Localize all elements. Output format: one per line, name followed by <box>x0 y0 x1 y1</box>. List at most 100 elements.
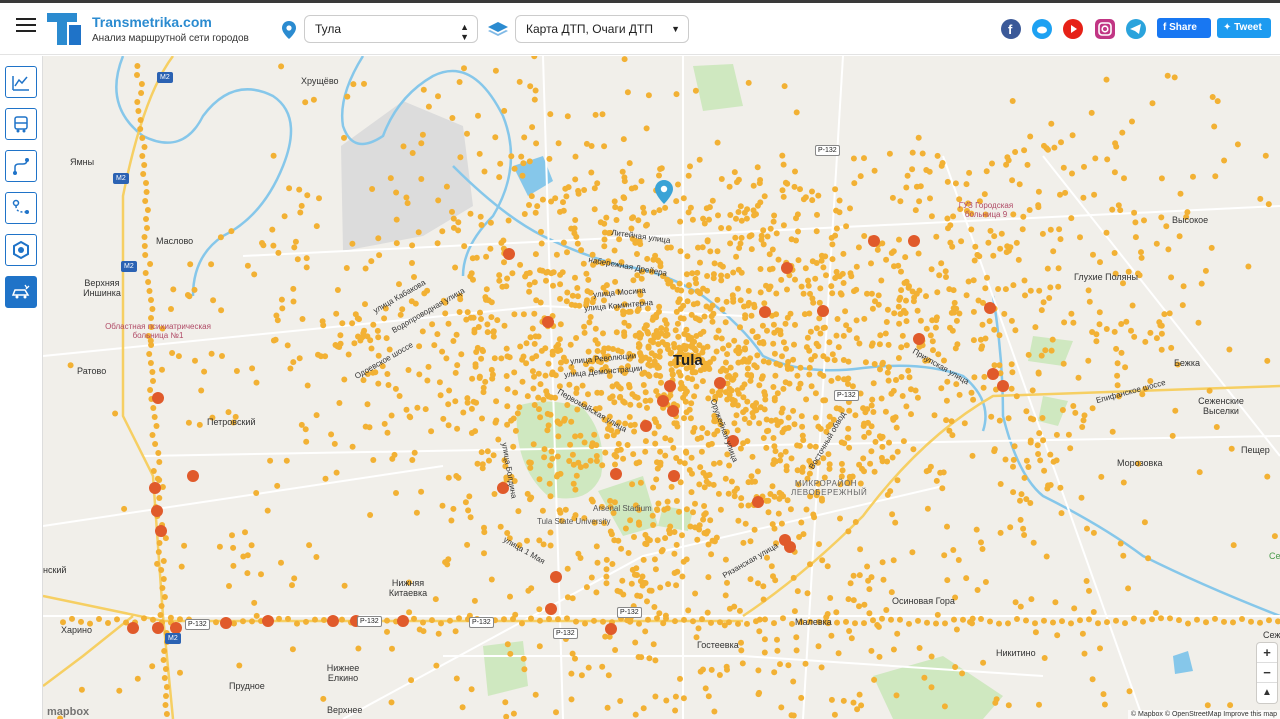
accident-dot <box>528 193 535 200</box>
accident-dot <box>838 460 845 467</box>
accident-dot <box>653 419 659 426</box>
accident-dot <box>638 352 644 359</box>
sidebar-item-trips[interactable] <box>5 192 37 224</box>
compass-button[interactable]: ▲ <box>1257 683 1277 703</box>
accident-dot <box>468 405 475 412</box>
accident-dot <box>564 249 570 256</box>
zoom-out-button[interactable]: − <box>1257 663 1277 683</box>
accident-dot <box>1025 464 1032 470</box>
map-canvas[interactable] <box>43 56 1280 719</box>
accident-dot <box>564 113 571 120</box>
accident-dot <box>974 251 981 258</box>
sidebar-item-statistics[interactable] <box>5 66 37 98</box>
accident-dot <box>774 390 781 397</box>
transmetrika-logo[interactable] <box>47 11 83 47</box>
accident-dot <box>835 375 842 382</box>
accident-dot <box>671 344 678 351</box>
accident-dot <box>740 440 747 447</box>
instagram-icon[interactable] <box>1095 19 1115 39</box>
accident-dot <box>840 697 847 704</box>
accident-dot <box>1098 473 1105 480</box>
sidebar-item-stops[interactable] <box>5 234 37 266</box>
accident-dot <box>771 493 778 500</box>
brand-name[interactable]: Transmetrika.com <box>92 14 212 30</box>
accident-dot <box>792 276 798 283</box>
accident-dot <box>809 258 816 265</box>
mapbox-logo[interactable]: mapbox <box>47 706 89 718</box>
accident-dot <box>1050 248 1057 255</box>
accident-map[interactable]: Tula Хрущёво Ямны Маслово Верхняя Иншинк… <box>43 56 1280 719</box>
accident-dot <box>850 699 857 706</box>
poi-hospital-9: ГУЗ Городская больница 9 <box>958 201 1014 219</box>
layer-select[interactable]: Карта ДТП, Очаги ДТП ▼ <box>515 15 689 43</box>
accident-dot <box>934 611 941 618</box>
twitter-icon[interactable] <box>1032 19 1052 39</box>
accident-dot <box>560 199 566 206</box>
place-morozovka: Морозовка <box>1117 458 1163 468</box>
sidebar-item-transport[interactable] <box>5 108 37 140</box>
accident-dot <box>722 475 729 482</box>
zoom-in-button[interactable]: + <box>1257 643 1277 663</box>
accident-dot <box>652 566 659 573</box>
accident-dot <box>1021 277 1028 284</box>
telegram-icon[interactable] <box>1126 19 1146 39</box>
accident-dot <box>152 441 159 447</box>
sidebar-item-accidents[interactable] <box>5 276 37 308</box>
accident-dot <box>743 339 750 346</box>
accident-dot <box>861 155 867 162</box>
location-marker-icon[interactable] <box>655 180 673 204</box>
accident-dot <box>882 408 889 415</box>
accident-dot <box>134 63 141 69</box>
accident-dot <box>605 672 612 679</box>
accident-dot <box>971 257 978 264</box>
accident-dot <box>774 647 781 654</box>
accident-dot <box>923 468 930 475</box>
accident-dot <box>1028 596 1035 603</box>
accident-dot <box>859 465 865 472</box>
accident-dot <box>139 153 146 159</box>
accident-dot <box>432 596 439 603</box>
accident-dot <box>871 676 878 683</box>
poi-arsenal-stadium: Arsenal Stadium <box>593 504 652 513</box>
accident-dot <box>69 615 75 622</box>
accident-dot <box>161 648 168 654</box>
accident-dot <box>784 365 791 372</box>
accident-dot <box>439 228 446 235</box>
accident-dot <box>303 255 310 262</box>
accident-dot <box>409 242 416 249</box>
accident-dot <box>478 449 485 456</box>
accident-dot <box>853 335 860 342</box>
accident-dot <box>903 278 910 285</box>
facebook-icon[interactable]: f <box>1001 19 1021 39</box>
hotspot-dot <box>327 615 339 627</box>
accident-dot <box>601 243 608 250</box>
city-select[interactable]: Тула ▲ ▼ <box>304 15 478 43</box>
accident-dot <box>928 266 935 273</box>
accident-dot <box>892 519 899 526</box>
accident-dot <box>264 507 271 514</box>
sidebar-item-routes[interactable] <box>5 150 37 182</box>
accident-dot <box>733 412 740 419</box>
accident-dot <box>1070 403 1077 409</box>
accident-dot <box>674 320 681 327</box>
accident-dot <box>868 647 875 654</box>
accident-dot <box>735 209 742 215</box>
accident-dot <box>943 397 950 404</box>
menu-icon[interactable] <box>16 18 36 38</box>
accident-dot <box>604 704 611 711</box>
accident-dot <box>950 547 957 553</box>
accident-dot <box>778 704 785 711</box>
accident-dot <box>1086 587 1092 594</box>
accident-dot <box>794 372 801 379</box>
accident-dot <box>521 666 528 673</box>
facebook-share-button[interactable]: f Share <box>1157 18 1211 38</box>
youtube-icon[interactable] <box>1063 19 1083 39</box>
accident-dot <box>799 432 806 439</box>
accident-dot <box>1227 702 1234 709</box>
accident-dot <box>609 561 616 567</box>
tweet-button[interactable]: ✦ Tweet <box>1217 18 1271 38</box>
accident-dot <box>1114 372 1121 379</box>
accident-dot <box>701 503 708 509</box>
accident-dot <box>888 589 895 596</box>
map-attribution[interactable]: © Mapbox © OpenStreetMap Improve this ma… <box>1127 710 1280 719</box>
